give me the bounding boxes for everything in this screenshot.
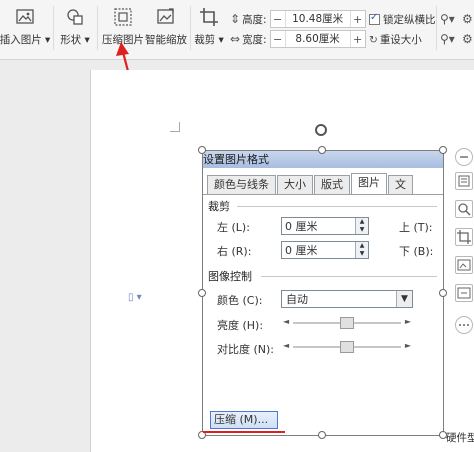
width-label: 宽度: (242, 33, 267, 46)
crop-right-value[interactable]: 0 厘米 (282, 242, 355, 258)
reset-size-label: 重设大小 (379, 34, 422, 46)
compress-button[interactable]: 压缩 (M)... (210, 411, 278, 429)
page-edge (90, 70, 91, 452)
height-row: ⇕ 高度: − 10.48厘米 + (230, 10, 366, 28)
crop-button[interactable]: 裁剪 ▾ (194, 0, 224, 47)
picture-to-text-icon[interactable] (455, 256, 473, 274)
reset-size-icon: ↻ (369, 33, 378, 46)
inserted-picture[interactable]: 设置图片格式 颜色与线条 大小 版式 图片 文 裁剪 左 (L): 0 厘米 ▲… (202, 150, 444, 436)
color-label: 颜色 (C): (217, 294, 263, 307)
compress-picture-icon (112, 6, 134, 28)
rotate-more-icon[interactable]: ⚙ (462, 12, 473, 26)
resize-handle[interactable] (318, 431, 326, 439)
group-icon[interactable]: ⚲▾ (440, 32, 455, 46)
height-label: 高度: (242, 13, 267, 26)
crop-label: 裁剪 (194, 34, 216, 46)
ribbon-divider (53, 6, 54, 50)
paragraph-icon[interactable]: ▯ ▾ (128, 292, 142, 303)
contrast-slider[interactable]: ◄ ► (283, 341, 411, 353)
tab-colors-lines[interactable]: 颜色与线条 (207, 175, 276, 194)
crop-bottom-label: 下 (B): (399, 245, 434, 258)
slider-left-arrow-icon[interactable]: ◄ (283, 317, 289, 326)
resize-handle[interactable] (198, 289, 206, 297)
ribbon-divider (436, 6, 437, 50)
crop-left-label: 左 (L): (217, 221, 250, 234)
zoom-in-icon[interactable] (455, 200, 473, 218)
crop-icon (198, 6, 220, 28)
crop-left-value[interactable]: 0 厘米 (282, 218, 355, 234)
brightness-thumb[interactable] (340, 317, 354, 329)
crop-left-spinner[interactable]: 0 厘米 ▲ ▼ (281, 217, 369, 235)
contrast-thumb[interactable] (340, 341, 354, 353)
crop-top-label: 上 (T): (399, 221, 433, 234)
width-row: ⇔ 宽度: − 8.60厘米 + (230, 30, 366, 48)
align-more-icon[interactable]: ⚙ (462, 32, 473, 46)
height-increase-button[interactable]: + (351, 13, 365, 26)
width-spinner[interactable]: − 8.60厘米 + (269, 30, 366, 48)
section-divider (237, 206, 437, 207)
arrange-icon[interactable]: ⚲▾ (440, 12, 455, 26)
section-divider (261, 276, 437, 277)
slider-right-arrow-icon[interactable]: ► (405, 317, 411, 326)
brightness-slider[interactable]: ◄ ► (283, 317, 411, 329)
width-value[interactable]: 8.60厘米 (284, 31, 351, 47)
lock-ratio-checkbox[interactable]: 锁定纵横比 (369, 12, 436, 27)
shape-label: 形状 (60, 34, 82, 46)
crop-right-spinner[interactable]: 0 厘米 ▲ ▼ (281, 241, 369, 259)
crop-right-label: 右 (R): (217, 245, 252, 258)
slider-left-arrow-icon[interactable]: ◄ (283, 341, 289, 350)
layout-options-icon[interactable] (455, 172, 473, 190)
collapse-icon[interactable] (455, 148, 473, 166)
ribbon-divider (97, 6, 98, 50)
lock-ratio-label: 锁定纵横比 (383, 14, 436, 26)
resize-handle[interactable] (439, 289, 447, 297)
resize-handle[interactable] (198, 146, 206, 154)
brightness-label: 亮度 (H): (217, 319, 264, 332)
width-decrease-button[interactable]: − (271, 33, 285, 46)
height-icon: ⇕ (230, 12, 241, 26)
tab-text[interactable]: 文 (388, 175, 413, 194)
crop-section-title: 裁剪 (208, 200, 230, 213)
tab-picture[interactable]: 图片 (351, 173, 387, 194)
picture-edit-icon[interactable] (455, 284, 473, 302)
spin-arrows-icon[interactable]: ▲ ▼ (355, 218, 368, 234)
annotation-underline (203, 431, 285, 433)
color-dropdown[interactable]: 自动 ▼ (281, 290, 413, 308)
insert-picture-icon (14, 6, 36, 28)
ribbon-divider (190, 6, 191, 50)
picture-tools-ribbon: 插入图片 ▾ 形状 ▾ 压缩图片 智能缩放 裁剪 ▾ ⇕ 高度: − 10.48… (0, 0, 474, 60)
tab-layout[interactable]: 版式 (314, 175, 350, 194)
image-control-section-title: 图像控制 (208, 270, 252, 283)
tab-divider (203, 194, 443, 195)
smart-zoom-icon (155, 6, 177, 28)
rotate-handle[interactable] (315, 124, 327, 136)
insert-picture-button[interactable]: 插入图片 ▾ (0, 0, 50, 47)
height-spinner[interactable]: − 10.48厘米 + (269, 10, 366, 28)
lock-ratio-check-icon[interactable] (369, 12, 380, 25)
crop-tool-icon[interactable] (455, 228, 473, 246)
color-value[interactable]: 自动 (282, 291, 396, 307)
resize-handle[interactable] (439, 146, 447, 154)
margin-corner-mark (170, 122, 180, 132)
shape-icon (64, 6, 86, 28)
contrast-label: 对比度 (N): (217, 343, 275, 356)
width-increase-button[interactable]: + (351, 33, 365, 46)
resize-handle[interactable] (318, 146, 326, 154)
shape-button[interactable]: 形状 ▾ (58, 0, 92, 47)
tab-size[interactable]: 大小 (277, 175, 313, 194)
width-icon: ⇔ (230, 32, 241, 46)
chevron-down-icon[interactable]: ▼ (396, 291, 412, 307)
dialog-tabs: 颜色与线条 大小 版式 图片 文 (207, 173, 414, 195)
insert-picture-label: 插入图片 (0, 34, 42, 46)
more-options-icon[interactable] (455, 316, 473, 334)
reset-size-button[interactable]: ↻ 重设大小 (369, 32, 422, 47)
height-decrease-button[interactable]: − (271, 13, 285, 26)
document-text-fragment: 硬件型 (446, 432, 474, 444)
spin-arrows-icon[interactable]: ▲ ▼ (355, 242, 368, 258)
height-value[interactable]: 10.48厘米 (284, 11, 351, 27)
slider-right-arrow-icon[interactable]: ► (405, 341, 411, 350)
